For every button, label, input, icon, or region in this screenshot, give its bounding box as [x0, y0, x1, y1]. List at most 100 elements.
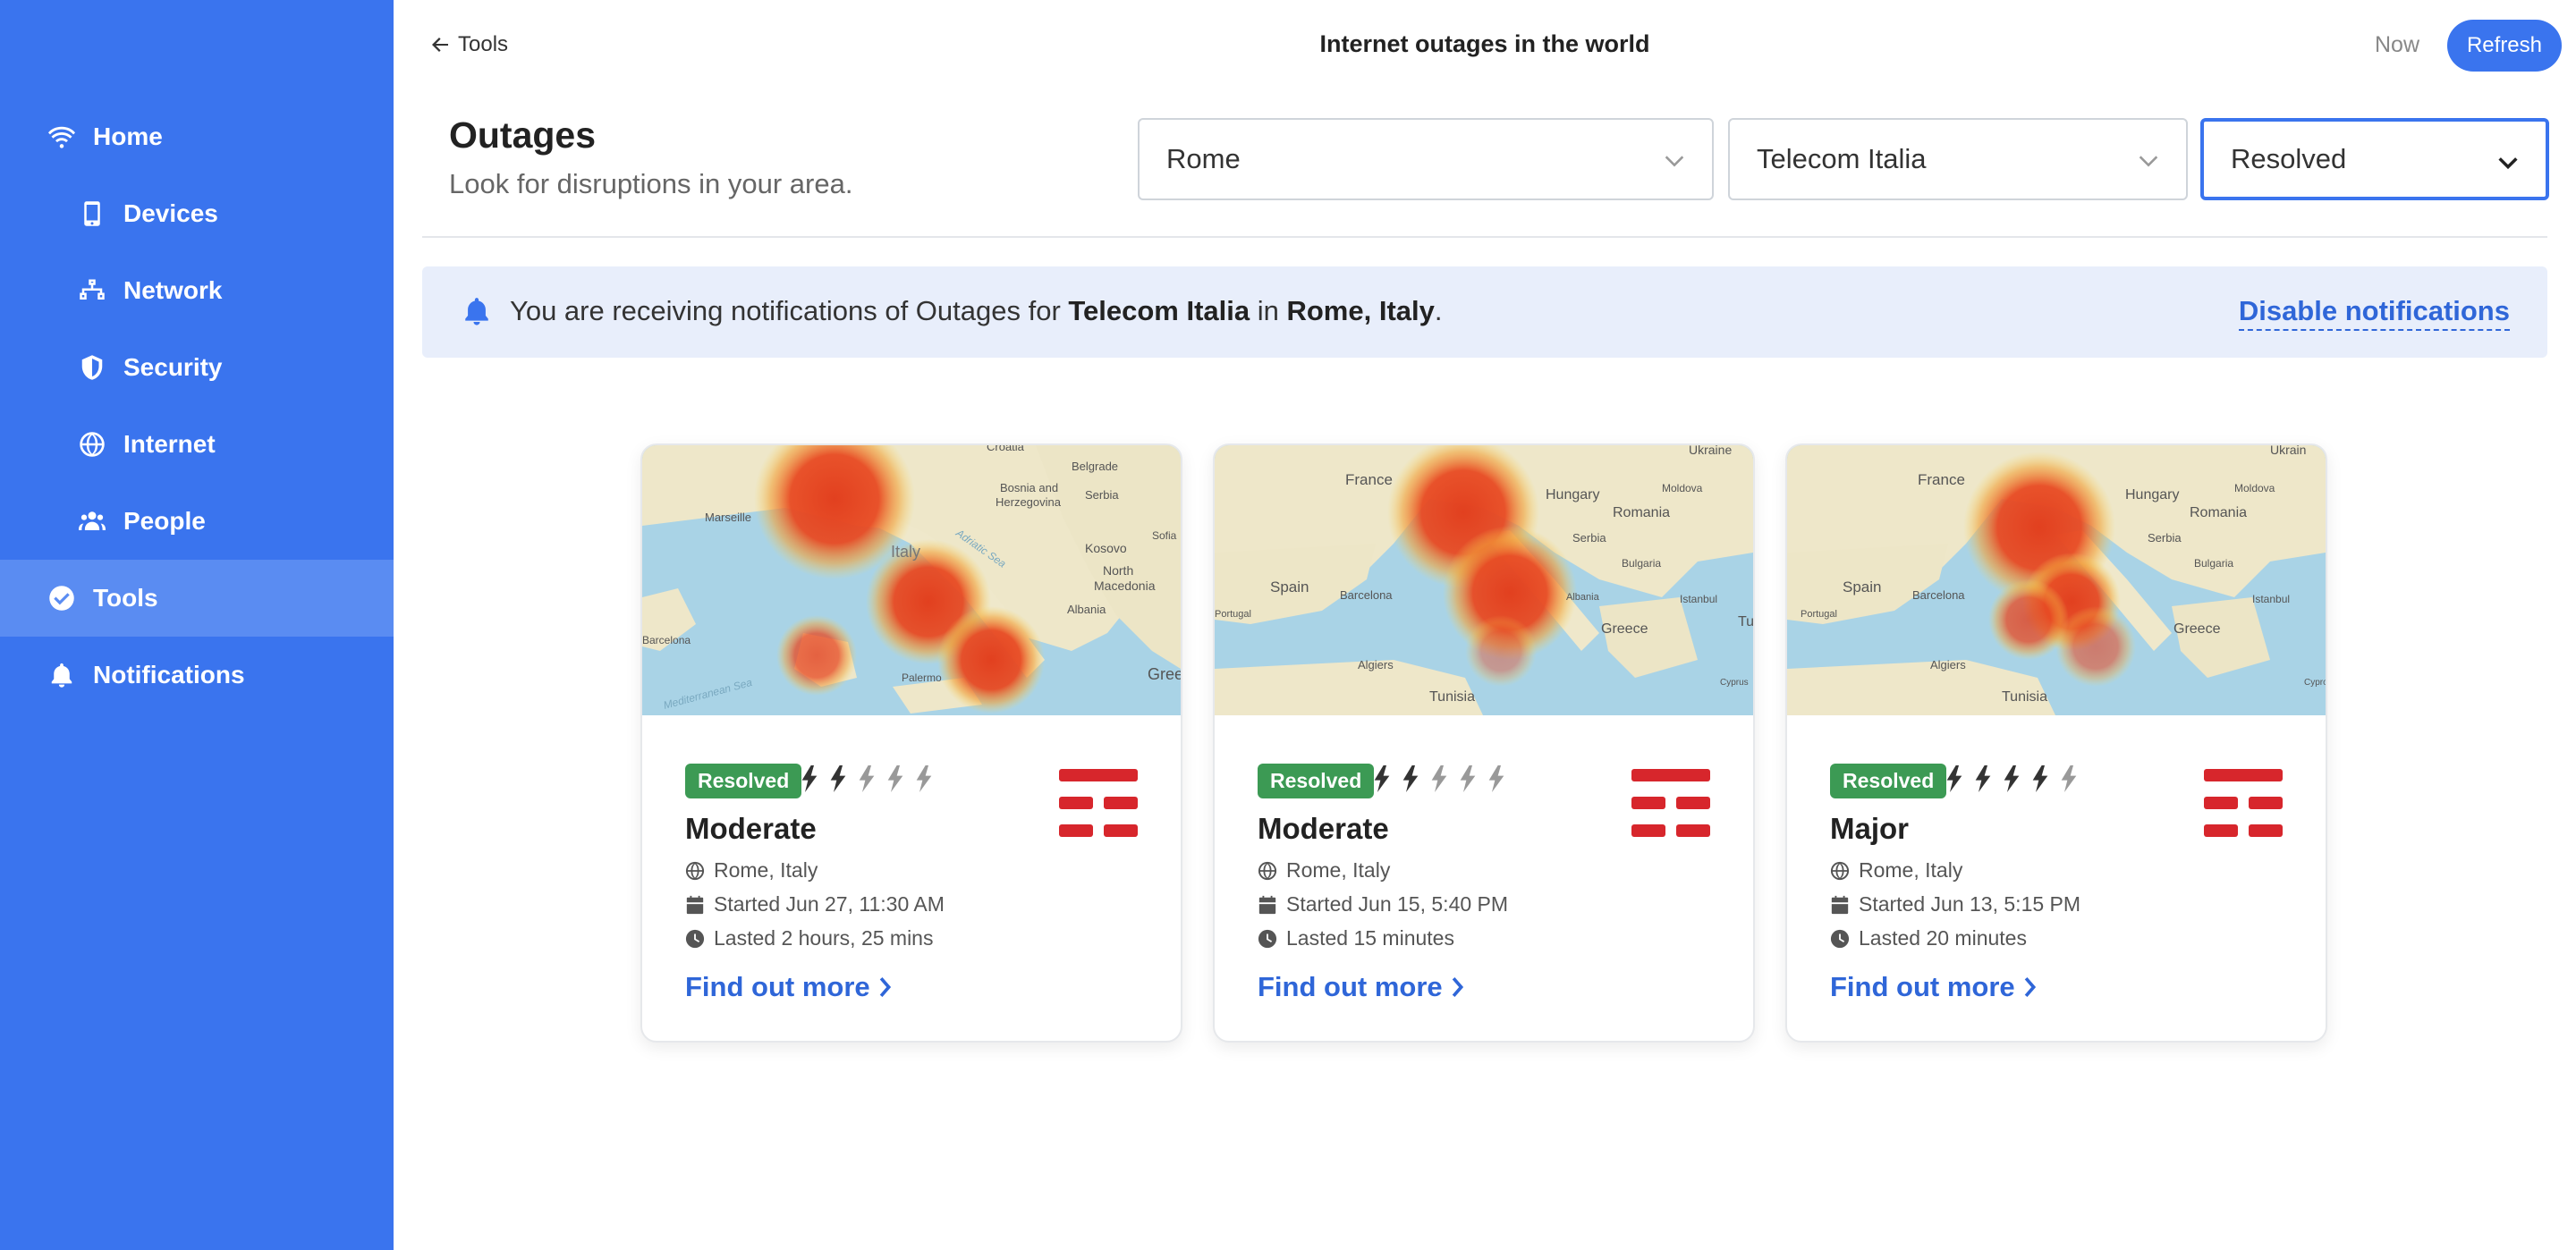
refresh-button[interactable]: Refresh [2447, 20, 2562, 72]
find-out-more-label: Find out more [1830, 971, 2015, 1002]
wifi-icon [47, 122, 77, 152]
map-label: Spain [1270, 579, 1309, 595]
map-image: Croatia Belgrade Bosnia and Herzegovina … [642, 445, 1181, 715]
mobile-icon [77, 198, 107, 229]
bolt-icon [1458, 765, 1487, 794]
globe-icon [77, 429, 107, 460]
bolt-icon [1487, 765, 1515, 794]
map-label: Barcelona [642, 634, 691, 646]
sidebar-item-tools[interactable]: Tools [0, 560, 394, 637]
calendar-icon [686, 895, 704, 914]
map-label: Cyprus [1720, 678, 1749, 688]
status-badge: Resolved [1258, 764, 1375, 798]
map-label: Serbia [1572, 531, 1606, 545]
disable-notifications-link[interactable]: Disable notifications [2238, 295, 2510, 331]
status-badge: Resolved [1830, 764, 1947, 798]
outage-map: Ukraine France Hungary Moldova Romania S… [1215, 445, 1753, 715]
map-label: Moldova [1662, 482, 1703, 494]
map-label: Istanbul [2252, 593, 2290, 605]
sidebar-item-label: Devices [123, 199, 218, 227]
find-out-more-label: Find out more [685, 971, 870, 1002]
find-out-more-link[interactable]: Find out more [685, 971, 894, 1003]
map-label: Romania [1613, 505, 1670, 520]
bolt-icon [1973, 765, 2002, 794]
bell-icon [465, 298, 488, 325]
outage-start: Started Jun 15, 5:40 PM [1258, 892, 1508, 916]
map-label: Marseille [705, 511, 751, 524]
provider-select[interactable]: Telecom Italia [1728, 118, 2188, 200]
calendar-icon [1831, 895, 1849, 914]
banner-provider: Telecom Italia [1068, 295, 1250, 326]
city-select-value: Rome [1166, 143, 1241, 174]
page-title: Internet outages in the world [1319, 30, 1650, 57]
map-label: Ukraine [1689, 445, 1732, 457]
section-title: Outages [449, 114, 597, 156]
map-label: Cypro [2304, 678, 2326, 688]
back-link-label: Tools [458, 32, 509, 56]
map-label: Istanbul [1680, 593, 1717, 605]
network-icon [77, 275, 107, 306]
map-image: Ukrain France Hungary Moldova Romania Se… [1787, 445, 2326, 715]
sidebar-item-security[interactable]: Security [0, 329, 394, 406]
map-label: Hungary [1546, 487, 1599, 503]
city-select[interactable]: Rome [1138, 118, 1714, 200]
map-label: Bulgaria [1622, 557, 1661, 570]
sidebar-item-label: Network [123, 276, 223, 304]
map-label: Tunisia [2002, 689, 2047, 705]
sidebar-item-label: Home [93, 122, 163, 150]
back-link[interactable]: Tools [429, 32, 508, 57]
sidebar-nav: Home Devices Network Security Internet P… [0, 98, 394, 714]
map-label: Serbia [2148, 531, 2182, 545]
sidebar-item-home[interactable]: Home [0, 98, 394, 175]
map-label: Bosnia and [1000, 481, 1058, 494]
sidebar-item-internet[interactable]: Internet [0, 406, 394, 483]
provider-select-value: Telecom Italia [1757, 143, 1927, 174]
calendar-icon [1258, 895, 1276, 914]
outage-card: Ukrain France Hungary Moldova Romania Se… [1785, 443, 2327, 1043]
sidebar-item-label: Internet [123, 430, 216, 458]
map-label: Kosovo [1085, 541, 1127, 555]
sidebar-item-people[interactable]: People [0, 483, 394, 560]
clock-icon [1830, 929, 1850, 948]
status-select-value: Resolved [2231, 143, 2347, 174]
bolt-icon [1945, 765, 1973, 794]
map-label: Tu [1738, 614, 1753, 629]
now-label[interactable]: Now [2375, 32, 2419, 58]
provider-logo [2204, 769, 2283, 837]
bolt-icon [1401, 765, 1429, 794]
find-out-more-link[interactable]: Find out more [1830, 971, 2038, 1003]
sidebar-item-network[interactable]: Network [0, 252, 394, 329]
map-label: Spain [1843, 579, 1881, 595]
bolt-icon [914, 765, 943, 794]
find-out-more-label: Find out more [1258, 971, 1443, 1002]
map-label: Greece [2174, 621, 2221, 637]
chevron-down-icon [1665, 156, 1684, 167]
outage-location-text: Rome, Italy [1859, 858, 1963, 882]
clock-icon [1258, 929, 1277, 948]
chevron-down-icon [2498, 157, 2518, 170]
map-label: Hungary [2125, 487, 2179, 503]
provider-logo [1631, 769, 1710, 837]
outage-duration: Lasted 15 minutes [1258, 926, 1454, 950]
sidebar-item-devices[interactable]: Devices [0, 175, 394, 252]
outage-location: Rome, Italy [1258, 858, 1390, 883]
sidebar-item-label: Security [123, 353, 223, 381]
bolt-icon [2002, 765, 2030, 794]
bolt-icon [800, 765, 828, 794]
find-out-more-link[interactable]: Find out more [1258, 971, 1466, 1003]
sidebar-item-notifications[interactable]: Notifications [0, 637, 394, 714]
status-select[interactable]: Resolved [2200, 118, 2549, 200]
map-image: Ukraine France Hungary Moldova Romania S… [1215, 445, 1753, 715]
outage-duration-text: Lasted 20 minutes [1859, 926, 2027, 950]
arrow-left-icon [432, 38, 448, 52]
map-label: France [1345, 471, 1393, 488]
outage-start-text: Started Jun 15, 5:40 PM [1286, 892, 1509, 916]
header-divider [422, 236, 2547, 238]
map-label: Palermo [902, 671, 942, 684]
bell-icon [47, 660, 77, 690]
section-subtitle: Look for disruptions in your area. [449, 168, 853, 199]
shield-icon [77, 352, 107, 383]
map-label: Ukrain [2270, 445, 2306, 457]
bolt-icon [1372, 765, 1401, 794]
map-label: Croatia [987, 445, 1025, 453]
